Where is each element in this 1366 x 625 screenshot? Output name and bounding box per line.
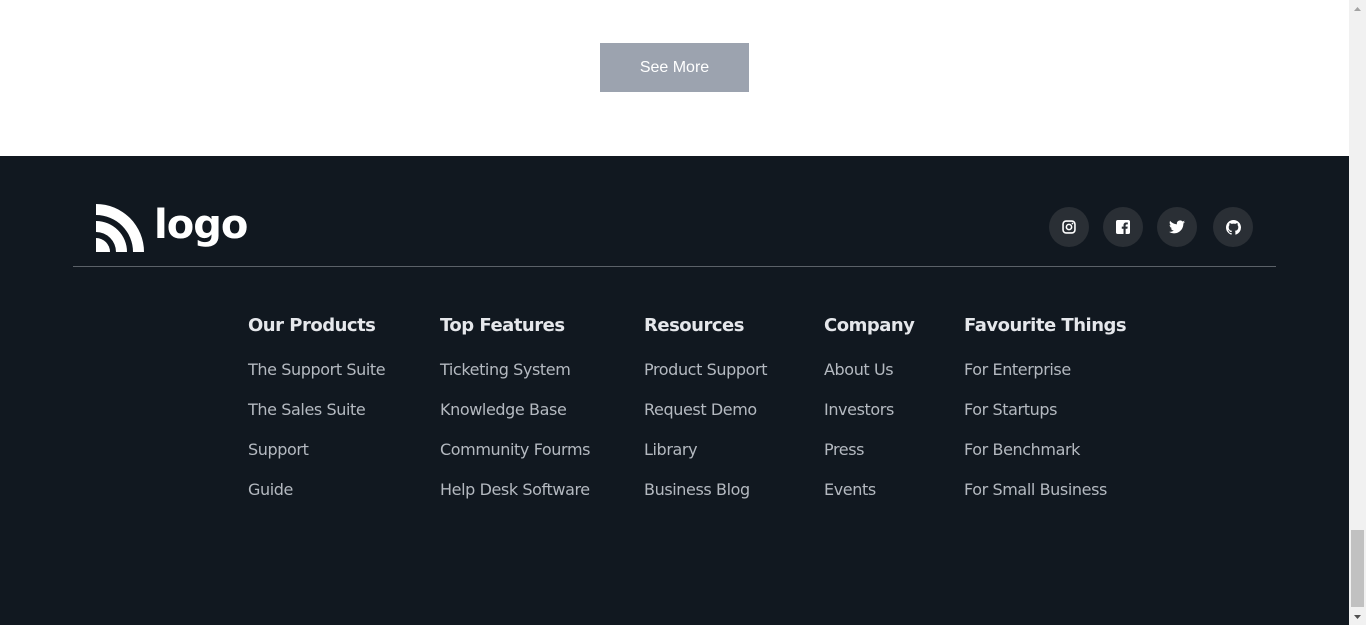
instagram-icon (1062, 220, 1076, 234)
footer-link[interactable]: Support (248, 440, 309, 459)
footer-link[interactable]: Ticketing System (440, 360, 571, 379)
footer-link[interactable]: For Small Business (964, 480, 1107, 499)
logo[interactable]: logo (96, 202, 248, 252)
facebook-icon (1116, 220, 1130, 234)
footer-link[interactable]: The Sales Suite (248, 400, 366, 419)
footer-link[interactable]: For Benchmark (964, 440, 1080, 459)
column-title: Resources (644, 315, 744, 336)
scroll-down-arrow-icon[interactable] (1349, 608, 1366, 625)
footer-link[interactable]: Community Fourms (440, 440, 590, 459)
footer-link[interactable]: Press (824, 440, 865, 459)
social-links (1049, 207, 1267, 247)
footer-column-favourite-things: Favourite Things For Enterprise For Star… (964, 314, 1127, 520)
footer: logo Our Products The Support Suite The … (0, 156, 1349, 625)
footer-link[interactable]: Events (824, 480, 876, 499)
footer-link[interactable]: Guide (248, 480, 293, 499)
github-icon (1225, 219, 1241, 235)
footer-column-our-products: Our Products The Support Suite The Sales… (248, 314, 386, 520)
column-title: Favourite Things (964, 315, 1127, 336)
column-title: Company (824, 315, 915, 336)
logo-icon (96, 204, 144, 252)
footer-link[interactable]: For Startups (964, 400, 1057, 419)
vertical-scrollbar[interactable] (1349, 0, 1366, 625)
footer-column-resources: Resources Product Support Request Demo L… (644, 314, 767, 520)
footer-link[interactable]: Investors (824, 400, 894, 419)
footer-link[interactable]: For Enterprise (964, 360, 1071, 379)
scrollbar-thumb[interactable] (1351, 530, 1364, 607)
footer-link[interactable]: Knowledge Base (440, 400, 567, 419)
footer-column-top-features: Top Features Ticketing System Knowledge … (440, 314, 590, 520)
content-area: See More (0, 0, 1349, 156)
footer-link[interactable]: The Support Suite (248, 360, 386, 379)
logo-text: logo (154, 202, 248, 248)
github-link[interactable] (1213, 207, 1253, 247)
footer-link[interactable]: About Us (824, 360, 894, 379)
footer-link[interactable]: Request Demo (644, 400, 757, 419)
facebook-link[interactable] (1103, 207, 1143, 247)
see-more-button[interactable]: See More (600, 43, 749, 92)
instagram-link[interactable] (1049, 207, 1089, 247)
footer-link[interactable]: Product Support (644, 360, 767, 379)
twitter-link[interactable] (1157, 207, 1197, 247)
footer-column-company: Company About Us Investors Press Events (824, 314, 915, 520)
footer-link[interactable]: Help Desk Software (440, 480, 590, 499)
footer-link[interactable]: Library (644, 440, 698, 459)
footer-divider (73, 266, 1276, 267)
twitter-icon (1169, 220, 1185, 234)
footer-link[interactable]: Business Blog (644, 480, 750, 499)
column-title: Top Features (440, 315, 565, 336)
column-title: Our Products (248, 315, 376, 336)
scroll-up-arrow-icon[interactable] (1349, 0, 1366, 17)
